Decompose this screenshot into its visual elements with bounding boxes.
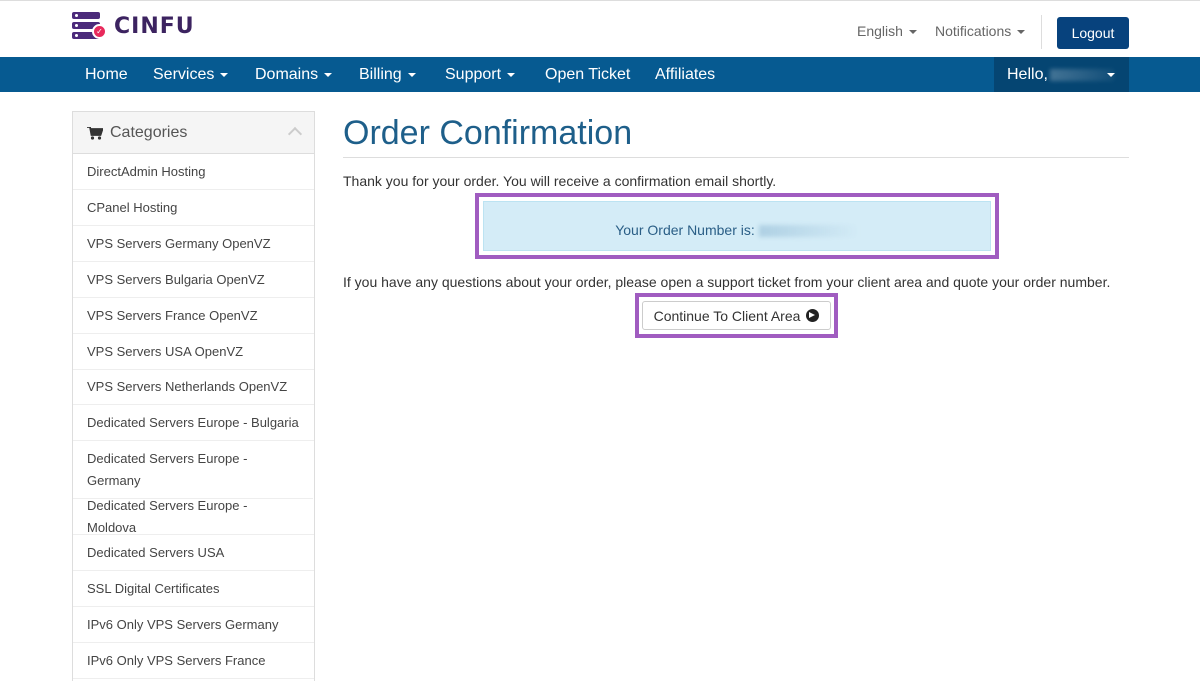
language-dropdown[interactable]: English: [857, 23, 917, 39]
sidebar-item-label: VPS Servers USA OpenVZ: [87, 343, 244, 359]
order-number-label: Your Order Number is:: [615, 222, 755, 238]
nav-label: Domains: [255, 66, 319, 83]
sidebar-item-label: Dedicated Servers Europe - Moldova: [87, 497, 248, 535]
sidebar-item-vps-germany-openvz[interactable]: VPS Servers Germany OpenVZ: [73, 226, 314, 262]
server-stack-icon: ✓: [72, 11, 108, 41]
continue-label: Continue To Client Area: [653, 307, 801, 324]
sidebar-item-label: IPv6 Only VPS Servers France: [87, 652, 266, 668]
nav-item-billing[interactable]: Billing: [359, 57, 416, 92]
notifications-label: Notifications: [935, 23, 1012, 39]
page-title: Order Confirmation: [343, 114, 633, 152]
nav-label: Open Ticket: [545, 66, 631, 83]
sidebar-item-label: VPS Servers Bulgaria OpenVZ: [87, 271, 265, 287]
sidebar-item-dedicated-europe-moldova[interactable]: Dedicated Servers Europe - Moldova: [73, 498, 314, 535]
nav-label: Services: [153, 66, 215, 83]
categories-sidebar: Categories DirectAdmin Hosting CPanel Ho…: [72, 111, 315, 681]
nav-label: Support: [445, 66, 502, 83]
brand-name: CINFU: [114, 13, 195, 39]
brand-logo[interactable]: ✓ CINFU: [72, 11, 195, 41]
continue-to-client-area-button[interactable]: Continue To Client Area: [642, 301, 831, 330]
sidebar-item-label: SSL Digital Certificates: [87, 580, 220, 596]
sidebar-item-dedicated-europe-germany[interactable]: Dedicated Servers Europe - Germany: [73, 441, 313, 499]
redacted-username: [1049, 68, 1114, 81]
language-label: English: [857, 23, 903, 39]
nav-item-services[interactable]: Services: [153, 57, 229, 92]
nav-label: Home: [85, 66, 128, 83]
sidebar-item-label: CPanel Hosting: [87, 199, 178, 215]
logout-button[interactable]: Logout: [1057, 17, 1129, 49]
header-divider: [1041, 15, 1042, 49]
sidebar-header[interactable]: Categories: [73, 112, 314, 154]
shopping-cart-icon: [87, 127, 103, 140]
sidebar-item-vps-usa-openvz[interactable]: VPS Servers USA OpenVZ: [73, 334, 314, 370]
sidebar-item-label: Dedicated Servers Europe - Germany: [87, 450, 248, 488]
sidebar-item-cpanel-hosting[interactable]: CPanel Hosting: [73, 190, 314, 226]
sidebar-item-ipv6-vps-germany[interactable]: IPv6 Only VPS Servers Germany: [73, 607, 314, 643]
sidebar-item-label: DirectAdmin Hosting: [87, 163, 206, 179]
order-number-line: Your Order Number is:: [484, 222, 990, 238]
sidebar-item-ssl-certificates[interactable]: SSL Digital Certificates: [73, 571, 314, 607]
sidebar-item-dedicated-europe-bulgaria[interactable]: Dedicated Servers Europe - Bulgaria: [73, 405, 314, 441]
caret-down-icon: [908, 30, 917, 35]
sidebar-item-label: VPS Servers Netherlands OpenVZ: [87, 379, 288, 394]
caret-down-icon: [507, 72, 516, 77]
sidebar-item-vps-netherlands-openvz[interactable]: VPS Servers Netherlands OpenVZ: [73, 370, 314, 405]
order-number-highlight: Your Order Number is:: [475, 193, 999, 259]
nav-label: Affiliates: [655, 66, 716, 83]
sidebar-item-ipv6-vps-france[interactable]: IPv6 Only VPS Servers France: [73, 643, 314, 679]
continue-button-highlight: Continue To Client Area: [635, 293, 838, 338]
thank-you-message: Thank you for your order. You will recei…: [343, 173, 777, 189]
nav-label: Billing: [359, 66, 402, 83]
sidebar-item-directadmin-hosting[interactable]: DirectAdmin Hosting: [73, 154, 314, 190]
chevron-up-icon[interactable]: [287, 126, 303, 142]
top-header: ✓ CINFU English Notifications Logout: [0, 0, 1200, 57]
notifications-dropdown[interactable]: Notifications: [935, 23, 1026, 39]
nav-item-home[interactable]: Home: [85, 57, 128, 92]
sidebar-item-label: VPS Servers France OpenVZ: [87, 307, 258, 323]
caret-down-icon: [324, 72, 333, 77]
sidebar-item-label: VPS Servers Germany OpenVZ: [87, 235, 271, 251]
nav-item-support[interactable]: Support: [445, 57, 516, 92]
sidebar-item-label: IPv6 Only VPS Servers Germany: [87, 616, 279, 632]
nav-item-domains[interactable]: Domains: [255, 57, 333, 92]
sidebar-item-dedicated-usa[interactable]: Dedicated Servers USA: [73, 535, 314, 571]
sidebar-item-vps-bulgaria-openvz[interactable]: VPS Servers Bulgaria OpenVZ: [73, 262, 314, 298]
nav-item-affiliates[interactable]: Affiliates: [655, 57, 715, 92]
caret-down-icon: [220, 72, 229, 77]
title-divider: [343, 157, 1129, 158]
caret-down-icon: [1017, 30, 1026, 35]
sidebar-item-label: Dedicated Servers USA: [87, 544, 225, 560]
user-greeting: Hello,: [1007, 66, 1048, 83]
redacted-order-number: [758, 225, 859, 238]
sidebar-title: Categories: [110, 124, 188, 141]
support-instructions: If you have any questions about your ord…: [343, 274, 1111, 290]
nav-item-open-ticket[interactable]: Open Ticket: [545, 57, 630, 92]
sidebar-item-label: Dedicated Servers Europe - Bulgaria: [87, 414, 299, 430]
caret-down-icon: [407, 72, 416, 77]
category-list: DirectAdmin Hosting CPanel Hosting VPS S…: [73, 154, 314, 679]
main-navigation: Home Services Domains Billing Support Op…: [0, 57, 1200, 92]
order-number-alert: Your Order Number is:: [483, 201, 991, 251]
caret-down-icon: [1107, 73, 1115, 77]
user-menu-dropdown[interactable]: Hello,: [994, 57, 1129, 92]
sidebar-item-vps-france-openvz[interactable]: VPS Servers France OpenVZ: [73, 298, 314, 334]
arrow-circle-right-icon: [806, 309, 820, 322]
